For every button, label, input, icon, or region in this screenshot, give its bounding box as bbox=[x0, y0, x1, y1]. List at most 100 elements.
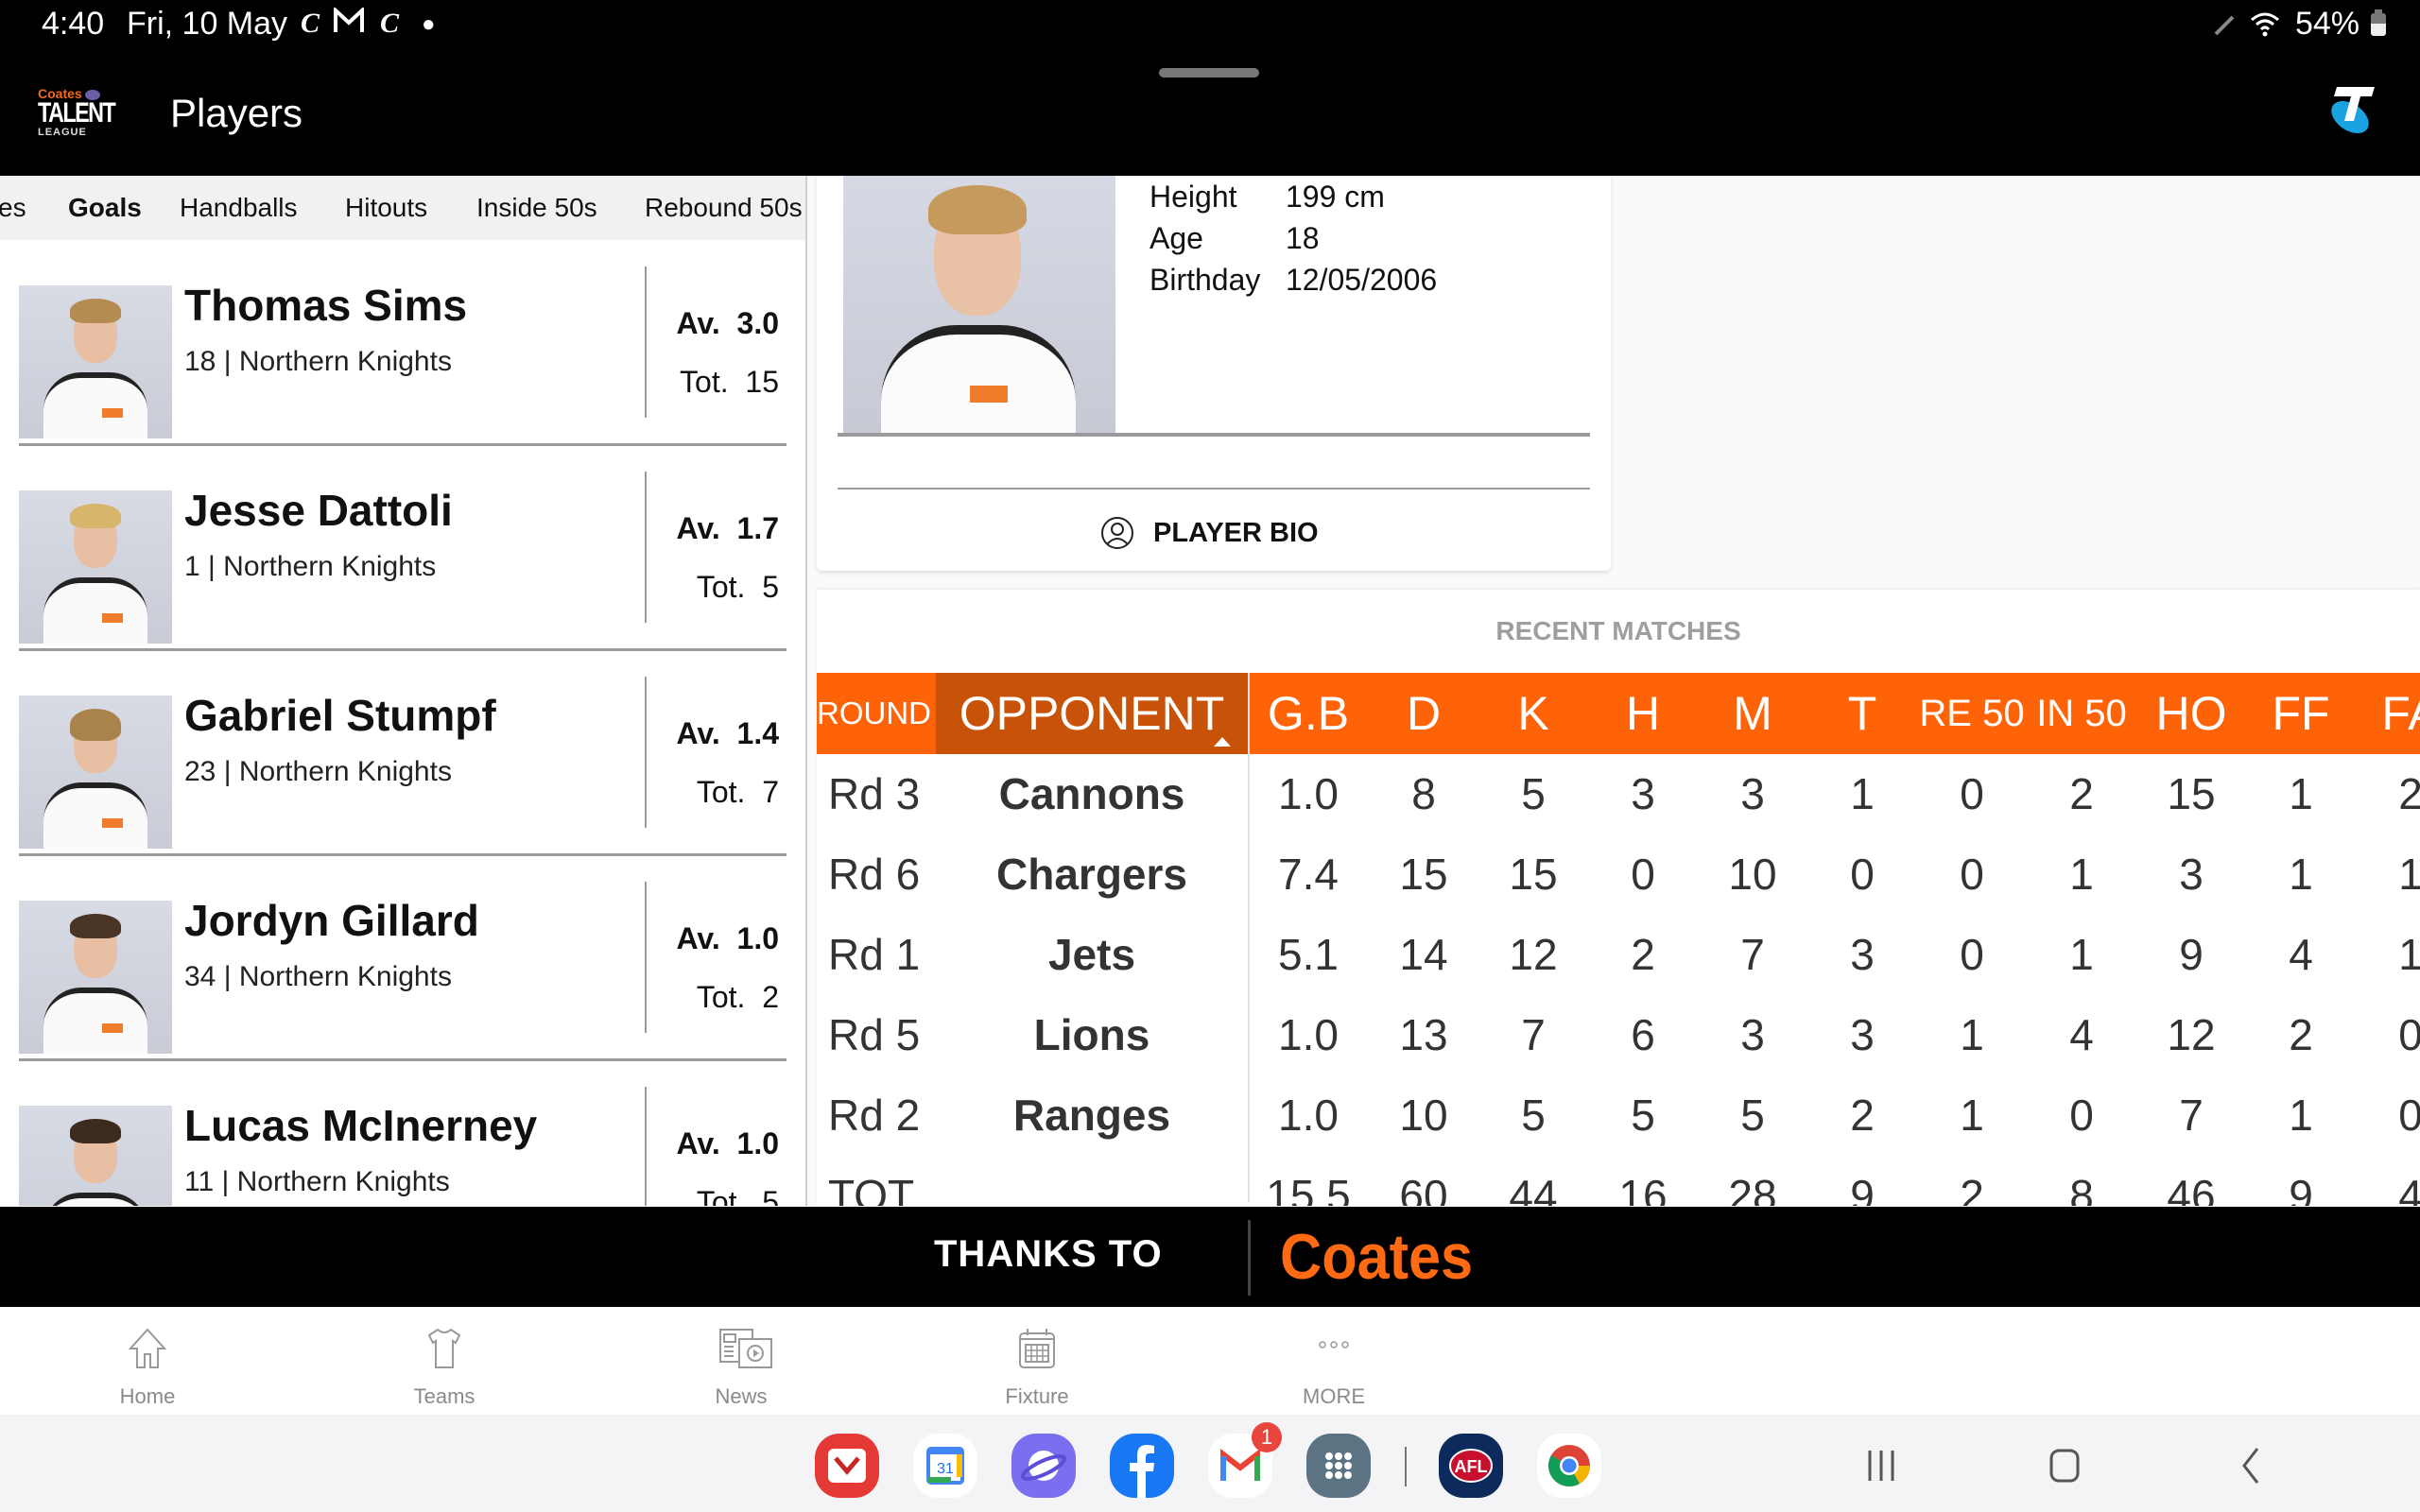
player-name: Jesse Dattoli bbox=[184, 486, 453, 535]
google-calendar-app-icon[interactable]: 31 bbox=[913, 1434, 977, 1498]
cell-free-against: 0 bbox=[2398, 1091, 2420, 1140]
info-value: 12/05/2006 bbox=[1286, 263, 1438, 297]
cell-opponent: Chargers bbox=[996, 850, 1187, 899]
player-list[interactable]: Thomas Sims 18 | Northern Knights Av. 3.… bbox=[0, 240, 805, 1206]
cell-hitouts: 15 bbox=[2167, 769, 2216, 818]
dot-icon: ● bbox=[422, 11, 436, 37]
table-row[interactable]: Rd 1 Jets 5.1 14 12 2 7 3 0 1 9 4 1 bbox=[817, 915, 2420, 995]
back-button[interactable] bbox=[2221, 1439, 2278, 1492]
cell-hitouts: 46 bbox=[2167, 1171, 2216, 1206]
column-header-opponent[interactable]: OPPONENT bbox=[936, 673, 1248, 754]
nav-fixture[interactable]: Fixture bbox=[942, 1307, 1132, 1415]
status-bar: 4:40 Fri, 10 May C C ● 54% bbox=[0, 0, 2420, 49]
calendar-icon bbox=[1019, 1329, 1055, 1368]
tab-goals[interactable]: Goals bbox=[68, 193, 142, 223]
cell-tackles: 0 bbox=[1850, 850, 1875, 899]
cell-handballs: 3 bbox=[1631, 769, 1655, 818]
facebook-app-icon[interactable] bbox=[1110, 1434, 1174, 1498]
drag-handle[interactable] bbox=[1159, 68, 1259, 77]
player-row[interactable]: Jordyn Gillard 34 | Northern Knights Av.… bbox=[19, 855, 786, 1061]
bottom-navigation: Home Teams News Fixture MORE bbox=[0, 1307, 2420, 1415]
table-row[interactable]: Rd 6 Chargers 7.4 15 15 0 10 0 0 1 3 1 1 bbox=[817, 834, 2420, 915]
cell-tackles: 2 bbox=[1850, 1091, 1875, 1140]
column-header-inside-50[interactable]: IN 50 bbox=[2027, 673, 2136, 754]
nav-teams[interactable]: Teams bbox=[350, 1307, 539, 1415]
cell-rebound-50: 1 bbox=[1960, 1091, 1984, 1140]
more-icon bbox=[1319, 1341, 1349, 1349]
player-row[interactable]: Jesse Dattoli 1 | Northern Knights Av. 1… bbox=[19, 445, 786, 651]
cell-free-against: 1 bbox=[2398, 850, 2420, 899]
recent-apps-button[interactable] bbox=[1853, 1439, 1910, 1492]
tab-hitouts[interactable]: Hitouts bbox=[345, 193, 427, 223]
gmail-m-icon bbox=[333, 6, 365, 42]
stat-tabs: es Goals Handballs Hitouts Inside 50s Re… bbox=[0, 176, 807, 240]
divider bbox=[645, 266, 647, 418]
cell-marks: 3 bbox=[1740, 1010, 1765, 1059]
cell-tackles: 3 bbox=[1850, 1010, 1875, 1059]
sponsor-banner[interactable]: THANKS TO Coates bbox=[0, 1207, 2420, 1307]
info-label: Birthday bbox=[1150, 263, 1261, 297]
column-header-hitouts[interactable]: HO bbox=[2136, 673, 2246, 754]
table-row[interactable]: Rd 2 Ranges 1.0 10 5 5 5 2 1 0 7 1 0 bbox=[817, 1075, 2420, 1156]
talent-league-logo[interactable]: Coates TALENT LEAGUE bbox=[38, 87, 116, 140]
info-label: Height bbox=[1150, 180, 1237, 214]
player-number-team: 23 | Northern Knights bbox=[184, 756, 452, 787]
player-detail-card: Height 199 cm Age 18 Birthday 12/05/2006 PL… bbox=[817, 176, 1611, 571]
app-drawer-icon[interactable] bbox=[1306, 1434, 1371, 1498]
player-row[interactable]: Gabriel Stumpf 23 | Northern Knights Av.… bbox=[19, 650, 786, 856]
nav-label: News bbox=[715, 1384, 768, 1408]
player-total: Tot. 15 bbox=[680, 365, 779, 399]
tab-rebound-50s[interactable]: Rebound 50s bbox=[645, 193, 803, 223]
column-header-tackles[interactable]: T bbox=[1807, 673, 1917, 754]
player-name: Gabriel Stumpf bbox=[184, 691, 496, 740]
table-total-row[interactable]: TOT 15.5 60 44 16 28 9 2 8 46 9 4 bbox=[817, 1156, 2420, 1206]
player-info-table: Height 199 cm Age 18 Birthday 12/05/2006 bbox=[1150, 180, 1437, 304]
afl-app-icon[interactable]: AFL bbox=[1439, 1434, 1503, 1498]
column-header-goals-behinds[interactable]: G.B bbox=[1248, 673, 1369, 754]
player-average: Av. 1.0 bbox=[676, 1126, 780, 1160]
column-header-kicks[interactable]: K bbox=[1478, 673, 1588, 754]
player-average: Av. 3.0 bbox=[676, 306, 780, 340]
player-row[interactable]: Lucas McInerney 11 | Northern Knights Av… bbox=[19, 1060, 786, 1206]
cell-inside-50: 8 bbox=[2069, 1171, 2094, 1206]
nav-more[interactable]: MORE bbox=[1239, 1307, 1428, 1415]
column-header-free-against[interactable]: FA bbox=[2356, 673, 2420, 754]
chrome-app-icon[interactable] bbox=[1537, 1434, 1601, 1498]
player-row[interactable]: Thomas Sims 18 | Northern Knights Av. 3.… bbox=[19, 240, 786, 446]
info-row-age: Age 18 bbox=[1150, 221, 1437, 263]
table-row[interactable]: Rd 3 Cannons 1.0 8 5 3 3 1 0 2 15 1 2 bbox=[817, 754, 2420, 834]
divider bbox=[838, 488, 1590, 490]
player-photo-large bbox=[843, 176, 1115, 433]
player-number-team: 1 | Northern Knights bbox=[184, 551, 437, 582]
tab-inside-50s[interactable]: Inside 50s bbox=[476, 193, 597, 223]
player-name: Jordyn Gillard bbox=[184, 896, 479, 945]
gmail-app-icon[interactable]: 1 bbox=[1208, 1422, 1282, 1498]
cell-goals-behinds: 15.5 bbox=[1266, 1171, 1351, 1206]
player-bio-button[interactable]: PLAYER BIO bbox=[1100, 512, 1319, 554]
cell-free-for: 9 bbox=[2289, 1171, 2313, 1206]
cell-marks: 5 bbox=[1740, 1091, 1765, 1140]
tab-previous-partial[interactable]: es bbox=[0, 193, 26, 223]
samsung-internet-app-icon[interactable] bbox=[1011, 1434, 1076, 1498]
nav-news[interactable]: News bbox=[647, 1307, 836, 1415]
tab-handballs[interactable]: Handballs bbox=[180, 193, 298, 223]
pocket-app-icon[interactable] bbox=[815, 1434, 879, 1498]
player-total: Tot. 2 bbox=[696, 980, 779, 1014]
nav-home[interactable]: Home bbox=[53, 1307, 242, 1415]
cell-disposals: 15 bbox=[1399, 850, 1448, 899]
telstra-logo-icon[interactable] bbox=[2325, 83, 2378, 140]
table-row[interactable]: Rd 5 Lions 1.0 13 7 6 3 3 1 4 12 2 0 bbox=[817, 995, 2420, 1075]
column-header-rebound-50[interactable]: RE 50 bbox=[1917, 673, 2027, 754]
column-header-round[interactable]: ROUND bbox=[817, 673, 931, 754]
recent-matches-title: RECENT MATCHES bbox=[1495, 616, 1741, 645]
column-header-handballs[interactable]: H bbox=[1588, 673, 1698, 754]
home-button[interactable] bbox=[2036, 1439, 2093, 1492]
column-header-disposals[interactable]: D bbox=[1369, 673, 1478, 754]
divider bbox=[645, 1087, 647, 1206]
cell-free-against: 0 bbox=[2398, 1010, 2420, 1059]
column-header-marks[interactable]: M bbox=[1698, 673, 1807, 754]
cell-rebound-50: 0 bbox=[1960, 930, 1984, 979]
column-header-free-for[interactable]: FF bbox=[2246, 673, 2356, 754]
pane-divider[interactable] bbox=[805, 176, 807, 1206]
cell-rebound-50: 2 bbox=[1960, 1171, 1984, 1206]
